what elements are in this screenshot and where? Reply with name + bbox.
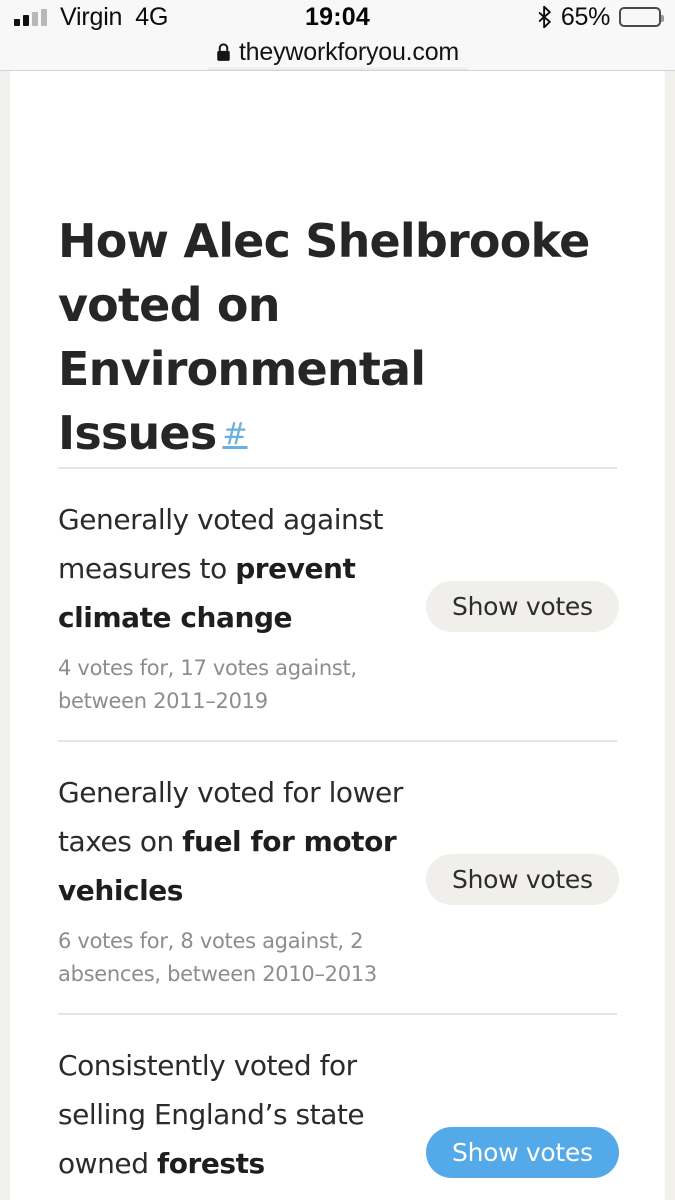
- lock-icon: [217, 43, 230, 61]
- vote-entry-counts: 6 votes for, 8 votes against, 2 absences…: [58, 929, 377, 986]
- show-votes-button[interactable]: Show votes: [426, 854, 619, 905]
- page-content: How Alec Shelbrooke voted on Environment…: [10, 71, 665, 1200]
- vote-entry-action: Show votes: [410, 581, 619, 632]
- mobile-browser-screen: Virgin 4G 19:04 65% theyworkforyou.com H…: [0, 0, 675, 1200]
- vote-entry-row: Generally voted for lower taxes on fuel …: [58, 742, 619, 1013]
- show-votes-button[interactable]: Show votes: [426, 1127, 619, 1178]
- browser-url-bar[interactable]: theyworkforyou.com: [0, 34, 675, 71]
- vote-entry-description: Consistently voted for selling England’s…: [58, 1041, 410, 1188]
- vote-entry-row: Generally voted against measures to prev…: [58, 469, 619, 740]
- network-mode-label: 4G: [135, 2, 169, 31]
- page-title-text: How Alec Shelbrooke voted on Environment…: [58, 214, 590, 460]
- vote-entry-text: Generally voted for lower taxes on fuel …: [58, 768, 410, 991]
- vote-entry-action: Show votes: [410, 1127, 619, 1178]
- page-sheet: How Alec Shelbrooke voted on Environment…: [10, 71, 665, 1200]
- show-votes-button[interactable]: Show votes: [426, 581, 619, 632]
- anchor-link-icon[interactable]: #: [222, 417, 247, 452]
- page-scroll-ghost: [207, 66, 468, 70]
- signal-bars-icon: [14, 8, 47, 26]
- webpage-viewport: How Alec Shelbrooke voted on Environment…: [0, 71, 675, 1200]
- status-bar-right: 65%: [538, 2, 664, 32]
- status-bar: Virgin 4G 19:04 65%: [0, 0, 675, 34]
- vote-entry-row: Consistently voted for selling England’s…: [58, 1015, 619, 1200]
- bluetooth-icon: [538, 6, 551, 28]
- vote-entry-description: Generally voted for lower taxes on fuel …: [58, 768, 410, 915]
- page-title: How Alec Shelbrooke voted on Environment…: [58, 71, 617, 467]
- vote-entry-description: Generally voted against measures to prev…: [58, 495, 410, 642]
- vote-entry-counts: 4 votes for, 17 votes against, between 2…: [58, 656, 357, 713]
- battery-percent-label: 65%: [560, 2, 610, 31]
- vote-entry-emphasis: forests: [156, 1147, 265, 1180]
- status-bar-left: Virgin 4G: [14, 3, 168, 32]
- url-text: theyworkforyou.com: [238, 37, 460, 66]
- vote-entry-text: Consistently voted for selling England’s…: [58, 1041, 410, 1200]
- carrier-label: Virgin: [60, 2, 123, 31]
- vote-entry-text: Generally voted against measures to prev…: [58, 495, 410, 718]
- vote-entry-action: Show votes: [410, 854, 619, 905]
- battery-icon: [619, 7, 664, 27]
